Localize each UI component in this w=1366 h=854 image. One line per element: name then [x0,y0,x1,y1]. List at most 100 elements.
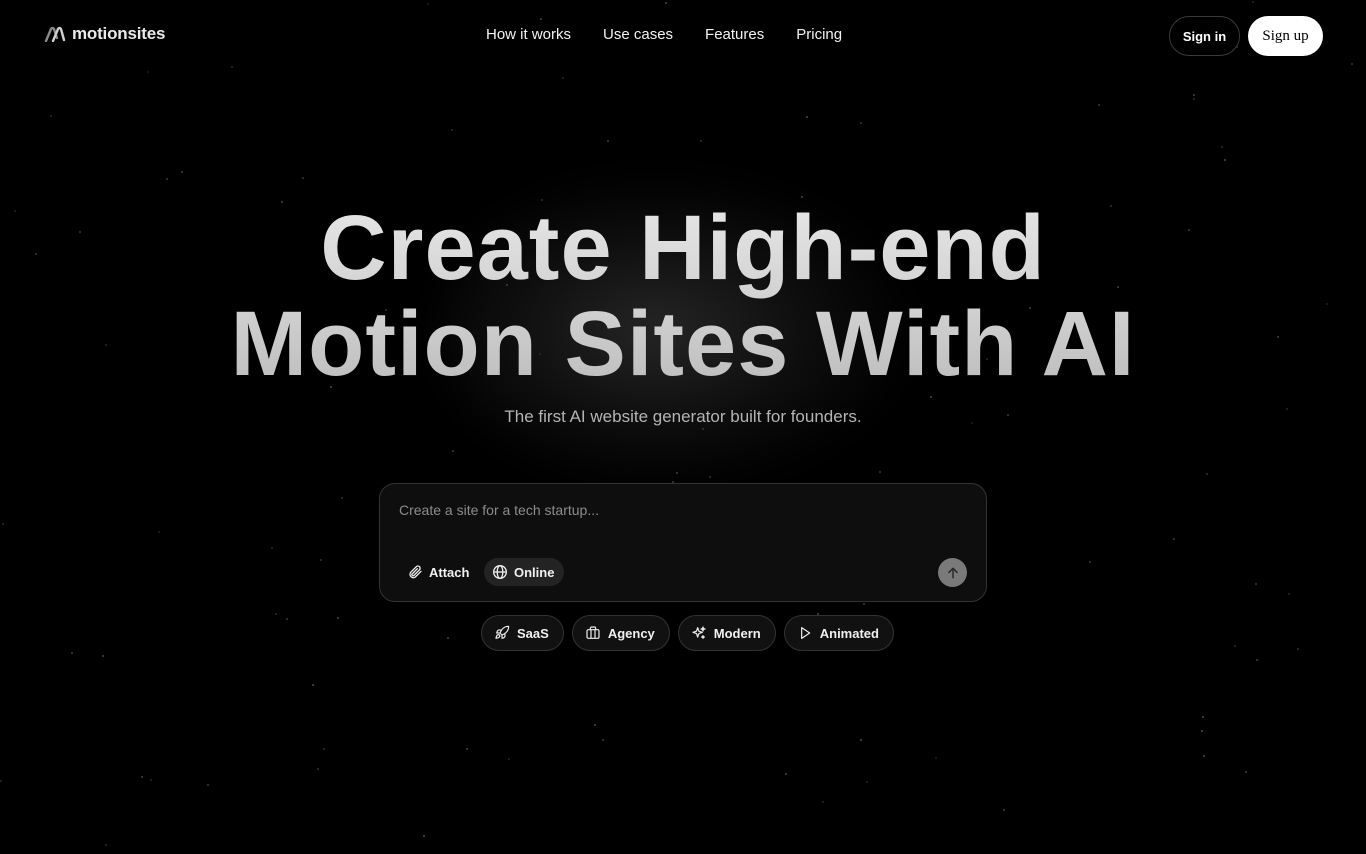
star [271,547,273,549]
landing-page: motionsites How it works Use cases Featu… [0,0,1366,854]
star [320,559,322,561]
attach-label: Attach [429,564,470,580]
star [447,637,449,639]
star [930,396,932,398]
star [0,780,2,782]
star [562,77,564,79]
chip-saas[interactable]: SaaS [481,615,564,651]
star [863,603,865,605]
starfield-background [0,0,1366,854]
star [1193,94,1195,96]
star [866,781,868,783]
attach-button[interactable]: Attach [399,558,479,586]
briefcase-icon [586,626,600,639]
nav-link-use-cases[interactable]: Use cases [603,26,673,43]
chip-label: Animated [819,625,879,641]
star [207,784,209,786]
hero-title-line-2: Motion Sites With AI [230,293,1136,395]
star [275,613,277,615]
globe-icon [493,565,507,579]
star [323,748,325,750]
star [1173,538,1175,540]
star [1098,104,1100,106]
chip-agency[interactable]: Agency [571,615,670,651]
star [141,776,143,778]
star [150,779,152,781]
hero-subtitle: The first AI website generator built for… [504,407,862,426]
star [785,773,787,775]
prompt-box: Attach Online [379,483,987,602]
star [1288,593,1290,595]
play-icon [800,627,811,639]
send-button[interactable] [938,558,967,587]
star [1203,755,1205,757]
star [166,178,168,180]
arrow-up-icon [947,567,958,578]
nav-link-pricing[interactable]: Pricing [796,26,842,43]
star [452,450,454,452]
star [2,523,4,525]
chip-label: SaaS [517,625,549,641]
chip-animated[interactable]: Animated [783,615,894,651]
star [50,115,52,117]
star [317,768,319,770]
chip-label: Agency [607,625,655,641]
star [602,739,604,741]
star [158,531,160,533]
suggestion-chips: SaaS Agency Modern Animated [481,615,894,651]
star [1201,730,1203,732]
hero-title: Create High-end Motion Sites With AI [0,200,1366,392]
star [1256,659,1258,661]
star [312,684,314,686]
star [709,476,711,478]
star [676,472,678,474]
prompt-input[interactable] [399,498,959,522]
star [1224,159,1226,161]
star [1003,809,1005,811]
hero-title-line-1: Create High-end [320,197,1046,299]
sign-in-button[interactable]: Sign in [1169,16,1240,56]
star [337,617,339,619]
star [594,724,596,726]
top-header: motionsites How it works Use cases Featu… [0,0,1366,72]
star [806,116,808,118]
star [1202,716,1204,718]
main-nav: How it works Use cases Features Pricing [486,26,842,43]
star [1255,583,1257,585]
star [700,140,702,142]
star [302,177,304,179]
star [822,801,824,803]
chip-modern[interactable]: Modern [677,615,776,651]
star [879,471,881,473]
star [466,748,468,750]
logo-mark-icon [44,26,66,42]
star [935,757,937,759]
star [702,428,704,430]
online-label: Online [514,564,555,580]
online-toggle[interactable]: Online [484,558,565,586]
star [423,835,425,837]
star [1193,98,1195,100]
star [181,171,183,173]
sign-up-button[interactable]: Sign up [1248,16,1323,56]
star [451,129,453,131]
star [1089,561,1091,563]
star [1245,771,1247,773]
nav-link-how-it-works[interactable]: How it works [486,26,571,43]
star [71,652,73,654]
nav-link-features[interactable]: Features [705,26,764,43]
paperclip-icon [409,565,422,579]
star [1221,146,1223,148]
logo[interactable]: motionsites [44,24,165,44]
star [508,758,510,760]
star [341,497,343,499]
rocket-icon [495,625,510,639]
logo-text: motionsites [72,24,166,43]
star [860,122,862,124]
star [1234,645,1236,647]
chip-label: Modern [713,625,761,641]
star [286,618,288,620]
star [860,739,862,741]
sparkles-icon [692,626,706,639]
star [607,140,609,142]
